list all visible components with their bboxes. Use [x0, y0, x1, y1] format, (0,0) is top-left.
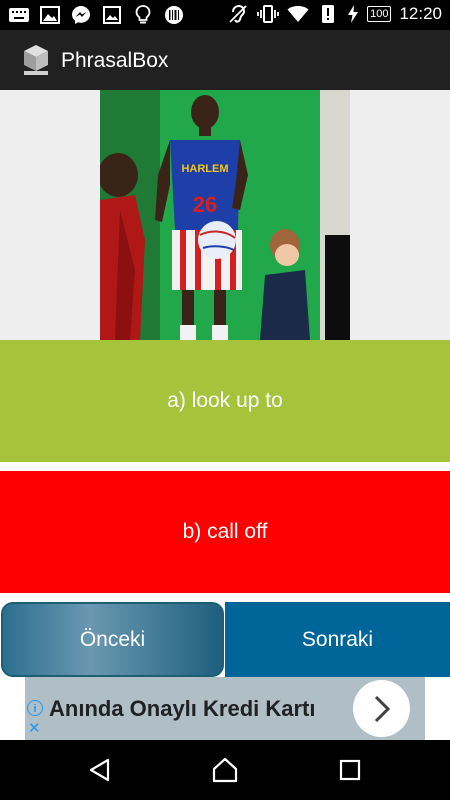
ad-banner[interactable]: i ✕ Anında Onaylı Kredi Kartı [25, 677, 425, 740]
quiz-image-area: HARLEM 26 [0, 90, 450, 340]
wifi-icon [287, 4, 309, 24]
hearing-icon [227, 4, 249, 24]
answer-option-a[interactable]: a) look up to [0, 340, 450, 462]
notification-icons [8, 5, 185, 25]
image-icon [39, 5, 61, 25]
home-icon[interactable] [212, 757, 238, 783]
system-icons: 100 12:20 [227, 4, 442, 24]
charging-icon [347, 4, 359, 24]
ad-text[interactable]: Anında Onaylı Kredi Kartı [49, 696, 316, 722]
jersey-number: 26 [193, 192, 217, 217]
back-icon[interactable] [87, 757, 113, 783]
app-bar: PhrasalBox [0, 30, 450, 90]
app-title: PhrasalBox [61, 49, 169, 72]
quiz-photo: HARLEM 26 [100, 90, 350, 340]
vibrate-icon [257, 4, 279, 24]
bulb-icon [132, 5, 154, 25]
keyboard-icon [8, 5, 30, 25]
status-bar: 100 12:20 [0, 0, 450, 30]
info-icon[interactable]: i [27, 700, 43, 716]
recents-icon[interactable] [337, 757, 363, 783]
answer-option-b[interactable]: b) call off [0, 471, 450, 593]
barcode-icon [163, 5, 185, 25]
close-icon[interactable]: ✕ [28, 719, 41, 737]
chevron-right-icon[interactable] [353, 680, 410, 737]
clock: 12:20 [399, 4, 442, 23]
battery-indicator: 100 [367, 6, 392, 22]
previous-button[interactable]: Önceki [1, 602, 224, 677]
messenger-icon [70, 5, 92, 25]
gallery-icon [101, 5, 123, 25]
alert-icon [317, 4, 339, 24]
next-button[interactable]: Sonraki [225, 602, 450, 677]
jersey-text: HARLEM [181, 163, 228, 175]
app-logo-icon [24, 45, 48, 75]
system-nav-bar [0, 740, 450, 800]
